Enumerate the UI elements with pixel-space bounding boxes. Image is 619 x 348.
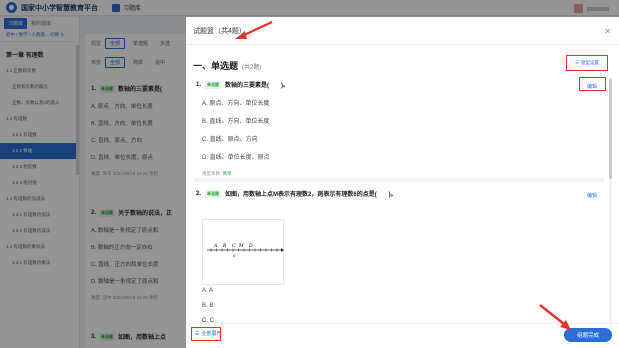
difficulty-value: 简单: [222, 171, 232, 176]
section-count: (共2题): [242, 65, 262, 71]
option-a: A. 原点、方向、单位长度: [202, 101, 270, 107]
edit-button-q2[interactable]: 编辑: [587, 192, 597, 199]
basket-question-1[interactable]: 1. 单选题 数轴的三要素是( )。 A. 原点、方向、单位长度 B. 直线、方…: [196, 80, 289, 177]
question-number: 1.: [196, 81, 202, 88]
point-b-label: B: [222, 243, 227, 249]
point-m-label: M: [238, 243, 244, 249]
drawer-scrollbar-thumb[interactable]: [609, 79, 612, 179]
annotation-arrow: [235, 21, 273, 39]
basket-question-2[interactable]: 2. 单选题 如图，用数轴上点M表示有理数2，则表示有理数6的点是( )。: [196, 189, 397, 198]
annotation-box-settings: [566, 55, 608, 71]
option-a: A. A: [202, 288, 214, 294]
close-icon[interactable]: ✕: [604, 28, 611, 36]
question-title: 1. 单选题 数轴的三要素是( )。: [196, 80, 289, 89]
difficulty-label: 难度系数:: [202, 171, 222, 176]
question-number: 2.: [196, 190, 202, 197]
section-name: 一、单选题: [193, 61, 239, 71]
annotation-box-edit: [579, 77, 606, 91]
divider: [194, 178, 604, 182]
point-d-label: D: [248, 243, 253, 249]
point-a-label: A: [213, 243, 218, 249]
question-stem: 如图，用数轴上点M表示有理数2，则表示有理数6的点是( )。: [225, 192, 397, 198]
option-b: B. B: [202, 303, 214, 309]
question-type-tag: 单选题: [205, 189, 222, 198]
point-c-label: C: [232, 243, 236, 249]
origin-label: 0: [233, 253, 236, 258]
question-difficulty: 难度系数: 简单: [196, 171, 289, 177]
annotation-arrow: [539, 304, 571, 330]
option-b: B. 直线、方向、单位长度: [202, 119, 270, 125]
option-c: C. 直线、原点、方向: [202, 137, 258, 143]
section-title: 一、单选题 (共2题): [193, 59, 261, 72]
question-title: 2. 单选题 如图，用数轴上点M表示有理数2，则表示有理数6的点是( )。: [196, 189, 397, 198]
question-stem: 数轴的三要素是( )。: [225, 83, 290, 89]
number-line-figure: A B C M D 0: [202, 219, 284, 285]
question-type-tag: 单选题: [205, 80, 222, 89]
basket-question-2-options: A. A B. B C. C: [196, 279, 214, 324]
annotation-box-expand: [191, 327, 221, 341]
question-basket-drawer: 试题篮（共4题） ✕ 一、单选题 (共2题) ☰ 题型设置 1. 单选题 数轴的…: [186, 17, 619, 348]
option-d: D. 直线、单位长度、原点: [202, 155, 270, 161]
number-line-svg: A B C M D 0: [207, 243, 284, 258]
